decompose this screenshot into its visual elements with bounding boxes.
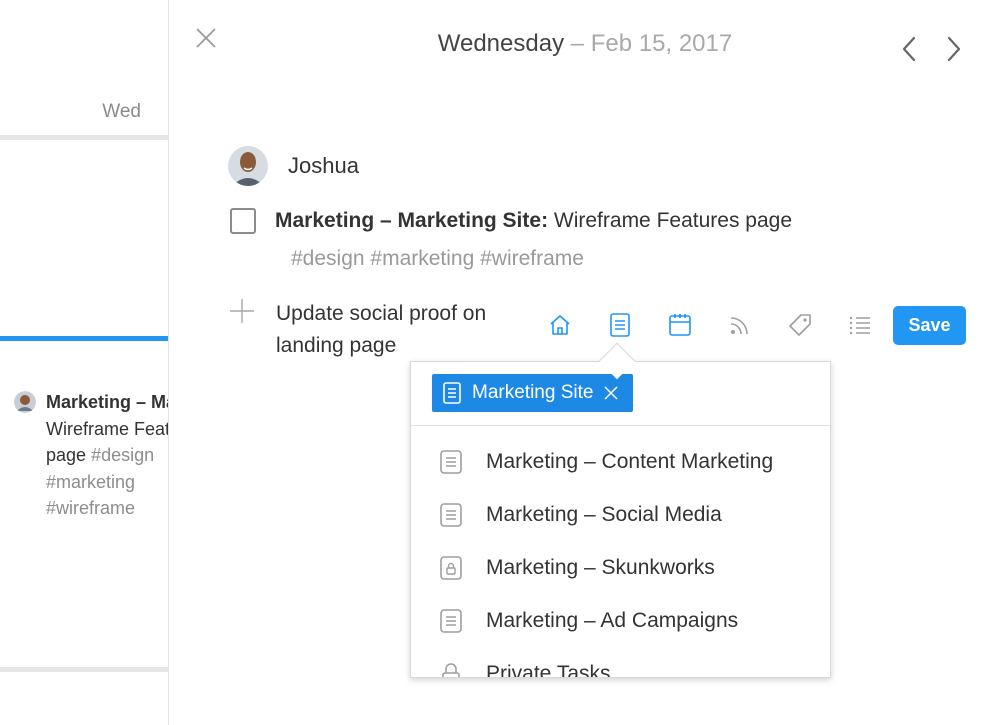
date: Feb 15, 2017 — [590, 30, 733, 57]
chevron-left-icon[interactable] — [896, 34, 922, 64]
project-icon — [440, 503, 462, 527]
tag: #wireframe — [46, 498, 136, 518]
dropdown-item-label: Marketing – Content Marketing — [486, 450, 774, 473]
calendar-task-card[interactable]: Marketing – Marketing Site Wireframe Fea… — [14, 389, 169, 522]
plus-icon[interactable] — [229, 298, 255, 324]
day-label: Wed — [102, 101, 141, 122]
project-dropdown: Marketing Site Marketing – Content Marke… — [410, 361, 831, 678]
tag: #marketing — [46, 471, 136, 492]
selected-project-label: Marketing Site — [472, 382, 594, 403]
assignee-name: Joshua — [288, 153, 359, 178]
task-name: Wireframe Features page — [548, 209, 792, 232]
list-icon[interactable] — [847, 312, 873, 338]
calendar-task-title-2: page — [46, 445, 87, 465]
divider — [0, 667, 168, 672]
calendar-icon[interactable] — [667, 312, 693, 338]
rss-icon[interactable] — [727, 312, 753, 338]
new-task-input[interactable]: Update social proof on landing page — [276, 298, 526, 362]
dropdown-item-label: Marketing – Skunkworks — [486, 556, 715, 579]
dropdown-item[interactable]: Marketing – Ad Campaigns — [411, 596, 830, 646]
dropdown-item-label: Private Tasks — [486, 662, 611, 678]
project-icon — [440, 609, 462, 633]
chevron-right-icon[interactable] — [941, 34, 967, 64]
dropdown-item[interactable]: Private Tasks — [411, 649, 830, 678]
dropdown-item-label: Marketing – Social Media — [486, 503, 722, 526]
lock-project-icon — [440, 556, 462, 580]
avatar[interactable] — [228, 146, 268, 186]
task-project: Marketing – Marketing Site: — [275, 209, 549, 232]
project-icon — [443, 382, 461, 404]
calendar-task-title: Wireframe Features — [46, 418, 169, 439]
home-icon[interactable] — [547, 312, 573, 338]
dropdown-item[interactable]: Marketing – Content Marketing — [411, 437, 830, 487]
divider — [0, 135, 168, 140]
weekday: Wednesday — [437, 30, 565, 57]
task-tags: #design #marketing #wireframe — [291, 247, 584, 270]
dropdown-item-label: Marketing – Ad Campaigns — [486, 609, 739, 632]
avatar-icon — [14, 391, 36, 413]
tag: #design — [91, 445, 155, 465]
project-icon — [440, 450, 462, 474]
remove-icon[interactable] — [603, 385, 619, 401]
today-indicator — [0, 336, 168, 341]
task-title[interactable]: Marketing – Marketing Site: Wireframe Fe… — [275, 209, 792, 233]
page-title: Wednesday – Feb 15, 2017 — [170, 30, 1000, 58]
selected-project-chip[interactable]: Marketing Site — [432, 374, 634, 412]
project-icon[interactable] — [607, 312, 633, 338]
calendar-task-text: Marketing – Marketing Site Wireframe Fea… — [46, 389, 169, 522]
dropdown-item[interactable]: Marketing – Skunkworks — [411, 543, 830, 593]
task-checkbox[interactable] — [230, 208, 256, 234]
lock-icon — [442, 663, 460, 677]
date-separator: – — [564, 30, 591, 57]
calendar-task-project: Marketing – Marketing Site — [46, 392, 168, 412]
divider — [411, 425, 830, 426]
dropdown-item[interactable]: Marketing – Social Media — [411, 490, 830, 540]
save-button[interactable]: Save — [893, 306, 966, 345]
tag-icon[interactable] — [787, 312, 813, 338]
calendar-column: Wed Marketing – Marketing Site Wireframe… — [0, 0, 169, 725]
